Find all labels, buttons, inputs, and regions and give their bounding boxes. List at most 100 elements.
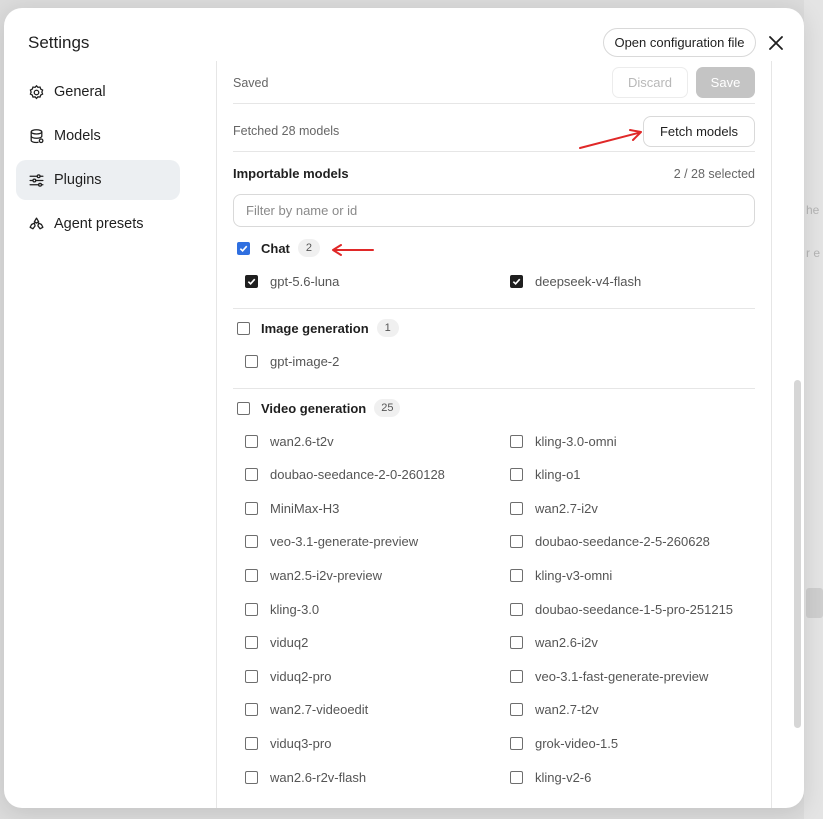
scrollbar[interactable] — [794, 380, 801, 728]
model-checkbox[interactable] — [245, 770, 258, 784]
sidebar-item-label: Models — [54, 128, 101, 144]
model-name: veo-3.1-generate-preview — [270, 534, 419, 550]
model-name: kling-v2-6 — [535, 769, 592, 785]
model-name: wan2.6-t2v — [270, 433, 334, 449]
model-name: wan2.5-i2v-preview — [270, 567, 382, 583]
list-item[interactable]: wan2.6-i2v — [510, 633, 598, 653]
sidebar-item-label: Agent presets — [54, 216, 144, 232]
model-checkbox[interactable] — [510, 535, 523, 549]
model-checkbox[interactable] — [245, 535, 258, 549]
model-checkbox[interactable] — [245, 354, 258, 368]
divider — [233, 388, 755, 389]
model-checkbox[interactable] — [245, 602, 258, 616]
sidebar-item-general[interactable]: General — [16, 72, 180, 112]
backdrop — [804, 0, 823, 819]
model-checkbox[interactable] — [245, 703, 258, 717]
list-item[interactable]: doubao-seedance-2-0-260128 — [245, 465, 445, 485]
sidebar-item-agent-presets[interactable]: Agent presets — [16, 204, 180, 244]
model-name: deepseek-v4-flash — [535, 273, 642, 289]
model-checkbox[interactable] — [510, 770, 523, 784]
list-item[interactable]: viduq2-pro — [245, 666, 331, 686]
list-item[interactable]: kling-3.0-omni — [510, 431, 617, 451]
group-label: Chat — [261, 240, 290, 256]
group-video-generation-checkbox[interactable] — [237, 401, 250, 415]
model-checkbox[interactable] — [510, 736, 523, 750]
save-button[interactable]: Save — [696, 67, 755, 98]
open-configuration-file-button[interactable]: Open configuration file — [603, 28, 756, 57]
annotation-arrow — [332, 244, 374, 256]
group-chat-checkbox[interactable] — [237, 241, 250, 255]
list-item[interactable]: wan2.6-r2v-flash — [245, 767, 366, 787]
group-chat: Chat 2 — [237, 238, 320, 258]
model-name: MiniMax-H3 — [270, 500, 340, 516]
model-name: gpt-image-2 — [270, 353, 340, 369]
backdrop-text-fragment: he — [806, 203, 820, 217]
model-checkbox[interactable] — [510, 703, 523, 717]
list-item[interactable]: veo-3.1-fast-generate-preview — [510, 666, 708, 686]
list-item[interactable]: wan2.7-i2v — [510, 498, 598, 518]
divider — [233, 151, 755, 152]
list-item[interactable]: viduq3-pro — [245, 733, 331, 753]
list-item[interactable]: gpt-5.6-luna — [245, 271, 339, 291]
selected-count: 2 / 28 selected — [673, 167, 755, 181]
model-name: grok-video-1.5 — [535, 735, 619, 751]
list-item[interactable]: wan2.6-t2v — [245, 431, 334, 451]
list-item[interactable]: wan2.7-videoedit — [245, 700, 368, 720]
model-checkbox[interactable] — [245, 434, 258, 448]
model-checkbox[interactable] — [510, 669, 523, 683]
model-name: viduq3-pro — [270, 735, 332, 751]
database-icon — [28, 128, 45, 145]
model-checkbox[interactable] — [510, 468, 523, 482]
group-count-badge: 2 — [297, 239, 320, 257]
model-name: viduq2-pro — [270, 668, 332, 684]
list-item[interactable]: wan2.7-t2v — [510, 700, 599, 720]
dialog-title: Settings — [28, 33, 90, 52]
gear-icon — [28, 84, 45, 101]
list-item[interactable]: kling-v3-omni — [510, 565, 612, 585]
sidebar-item-plugins[interactable]: Plugins — [16, 160, 180, 200]
model-name: kling-3.0-omni — [535, 433, 617, 449]
group-image-generation-checkbox[interactable] — [237, 321, 250, 335]
annotation-arrow — [579, 129, 642, 149]
group-count-badge: 25 — [374, 399, 401, 417]
list-item[interactable]: kling-o1 — [510, 465, 581, 485]
list-item[interactable]: viduq2 — [245, 633, 308, 653]
agent-icon — [28, 216, 45, 233]
close-icon[interactable] — [765, 32, 787, 54]
divider — [233, 103, 755, 104]
backdrop-fragment — [806, 588, 823, 618]
model-checkbox[interactable] — [510, 501, 523, 515]
model-checkbox[interactable] — [245, 669, 258, 683]
fetch-models-button[interactable]: Fetch models — [643, 116, 755, 147]
list-item[interactable]: kling-v2-6 — [510, 767, 591, 787]
model-checkbox[interactable] — [245, 636, 258, 650]
list-item[interactable]: kling-3.0 — [245, 599, 319, 619]
model-checkbox[interactable] — [510, 636, 523, 650]
model-checkbox[interactable] — [245, 274, 258, 288]
group-video-generation: Video generation 25 — [237, 398, 401, 418]
model-name: wan2.6-r2v-flash — [270, 769, 367, 785]
model-checkbox[interactable] — [510, 602, 523, 616]
model-name: doubao-seedance-1-5-pro-251215 — [535, 601, 734, 617]
model-checkbox[interactable] — [510, 274, 523, 288]
list-item[interactable]: doubao-seedance-1-5-pro-251215 — [510, 599, 733, 619]
list-item[interactable]: MiniMax-H3 — [245, 498, 339, 518]
model-checkbox[interactable] — [245, 568, 258, 582]
list-item[interactable]: veo-3.1-generate-preview — [245, 532, 418, 552]
saved-status: Saved — [233, 76, 269, 90]
model-checkbox[interactable] — [510, 434, 523, 448]
list-item[interactable]: deepseek-v4-flash — [510, 271, 641, 291]
filter-input[interactable] — [233, 194, 755, 227]
sidebar-item-models[interactable]: Models — [16, 116, 180, 156]
discard-button[interactable]: Discard — [612, 67, 688, 98]
model-checkbox[interactable] — [245, 501, 258, 515]
model-checkbox[interactable] — [510, 568, 523, 582]
model-checkbox[interactable] — [245, 468, 258, 482]
model-checkbox[interactable] — [245, 736, 258, 750]
list-item[interactable]: wan2.5-i2v-preview — [245, 565, 382, 585]
content-border — [771, 61, 772, 808]
list-item[interactable]: grok-video-1.5 — [510, 733, 618, 753]
list-item[interactable]: gpt-image-2 — [245, 351, 339, 371]
model-name: wan2.7-i2v — [535, 500, 598, 516]
list-item[interactable]: doubao-seedance-2-5-260628 — [510, 532, 710, 552]
